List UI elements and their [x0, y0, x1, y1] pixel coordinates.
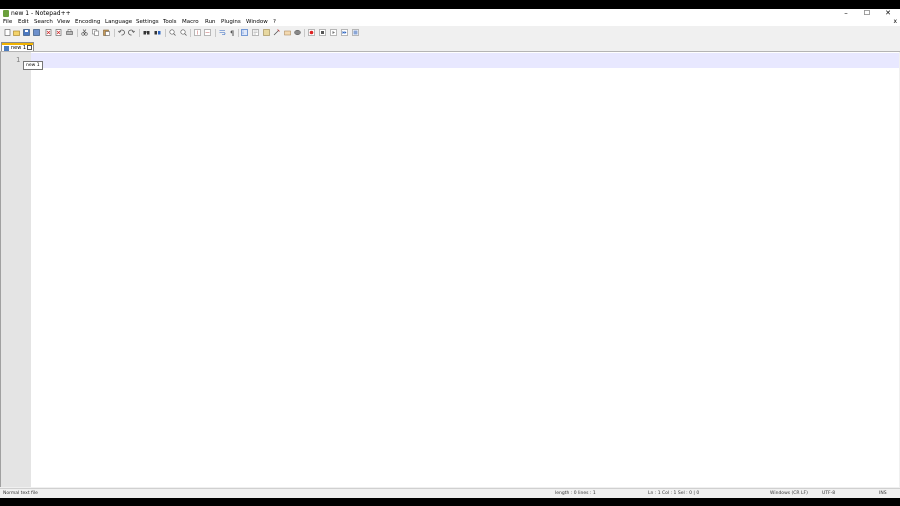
find-icon[interactable]: [143, 29, 150, 36]
menu-edit[interactable]: Edit: [18, 18, 29, 26]
menu-macro[interactable]: Macro: [182, 18, 199, 26]
title-bar: new 1 - Notepad++ – ☐ ✕: [0, 9, 900, 18]
toolbar-separator: [165, 29, 166, 37]
menu-bar: File Edit Search View Encoding Language …: [0, 18, 900, 26]
macro-stop-icon[interactable]: [319, 29, 326, 36]
window-title: new 1 - Notepad++: [11, 10, 71, 17]
copy-icon[interactable]: [92, 29, 99, 36]
toolbar-separator: [77, 29, 78, 37]
editor-area[interactable]: 1 new 1: [0, 52, 899, 487]
line-number-gutter: [1, 52, 31, 487]
udl-icon[interactable]: [252, 29, 259, 36]
menu-tools[interactable]: Tools: [163, 18, 177, 26]
macro-play-icon[interactable]: [330, 29, 337, 36]
notepadpp-window: new 1 - Notepad++ – ☐ ✕ File Edit Search…: [0, 9, 900, 499]
svg-text:¶: ¶: [230, 30, 234, 37]
close-document-button[interactable]: x: [893, 18, 897, 26]
cut-icon[interactable]: [81, 29, 88, 36]
current-line-highlight: [31, 53, 899, 68]
close-window-button[interactable]: ✕: [878, 9, 898, 18]
print-icon[interactable]: [66, 29, 73, 36]
doc-map-icon[interactable]: [263, 29, 270, 36]
tab-close-icon[interactable]: [27, 45, 32, 50]
toolbar-separator: [139, 29, 140, 37]
line-number: 1: [16, 56, 21, 64]
open-icon[interactable]: [13, 29, 20, 36]
menu-encoding[interactable]: Encoding: [75, 18, 100, 26]
sync-vertical-icon[interactable]: [194, 29, 201, 36]
menu-view[interactable]: View: [57, 18, 70, 26]
toolbar-separator: [304, 29, 305, 37]
minimize-button[interactable]: –: [836, 9, 856, 18]
redo-icon[interactable]: [128, 29, 136, 36]
menu-plugins[interactable]: Plugins: [221, 18, 241, 26]
replace-icon[interactable]: [154, 29, 161, 36]
undo-icon[interactable]: [117, 29, 125, 36]
document-icon: [4, 46, 9, 51]
status-encoding[interactable]: UTF-8: [822, 490, 835, 498]
paste-icon[interactable]: [103, 29, 110, 36]
tab-label: new 1: [11, 45, 27, 51]
status-eol[interactable]: Windows (CR LF): [770, 490, 808, 498]
folder-as-workspace-icon[interactable]: [284, 29, 291, 36]
zoom-in-icon[interactable]: [169, 29, 176, 36]
show-all-chars-icon[interactable]: ¶: [229, 29, 236, 38]
save-all-icon[interactable]: [33, 29, 40, 36]
toolbar-separator: [190, 29, 191, 37]
close-all-icon[interactable]: [55, 29, 62, 36]
status-position: Ln : 1 Col : 1 Sel : 0 | 0: [648, 491, 700, 496]
menu-search[interactable]: Search: [34, 18, 53, 26]
menu-run[interactable]: Run: [205, 18, 216, 26]
function-list-icon[interactable]: [273, 29, 280, 36]
toolbar-separator: [114, 29, 115, 37]
macro-save-icon[interactable]: [352, 29, 359, 36]
toolbar: ¶: [0, 27, 900, 39]
status-length-lines: length : 0 lines : 1: [555, 491, 596, 496]
screen-bottom-border: [0, 498, 900, 506]
toolbar-separator: [215, 29, 216, 37]
word-wrap-icon[interactable]: [219, 29, 226, 36]
status-insert-mode: INS: [879, 491, 887, 496]
monitoring-icon[interactable]: [294, 29, 301, 36]
sync-horizontal-icon[interactable]: [204, 29, 211, 36]
indent-guide-icon[interactable]: [241, 29, 248, 36]
macro-play-multiple-icon[interactable]: [341, 29, 348, 36]
tab-new-1[interactable]: new 1: [1, 42, 34, 51]
menu-file[interactable]: File: [3, 18, 12, 26]
toolbar-separator: [238, 29, 239, 37]
tab-bar: new 1: [0, 40, 900, 52]
save-icon[interactable]: [23, 29, 30, 36]
tab-tooltip: new 1: [23, 61, 43, 70]
status-file-type: Normal text file: [3, 491, 38, 496]
menu-language[interactable]: Language: [105, 18, 132, 26]
menu-window[interactable]: Window: [246, 18, 268, 26]
zoom-out-icon[interactable]: [180, 29, 187, 36]
menu-settings[interactable]: Settings: [136, 18, 159, 26]
maximize-button[interactable]: ☐: [857, 9, 877, 18]
notepadpp-app-icon: [3, 10, 9, 17]
macro-record-icon[interactable]: [308, 29, 315, 36]
new-icon[interactable]: [4, 29, 11, 36]
menu-help[interactable]: ?: [273, 18, 276, 26]
close-icon[interactable]: [45, 29, 52, 36]
